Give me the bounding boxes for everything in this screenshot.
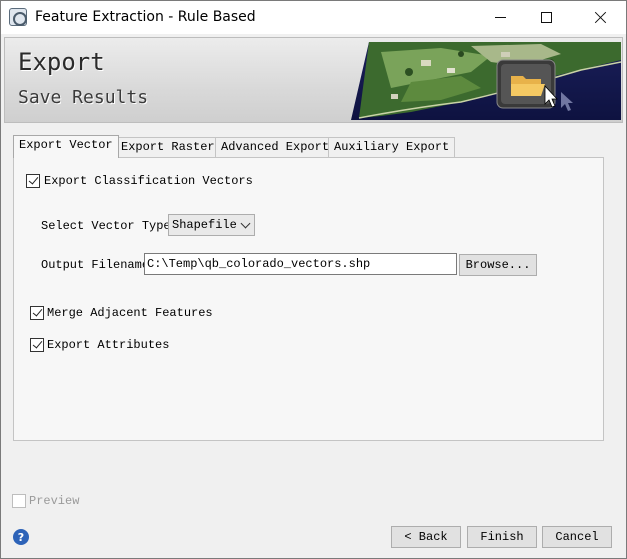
export-attributes-checkbox[interactable] bbox=[30, 338, 44, 352]
vector-type-value: Shapefile bbox=[172, 218, 237, 232]
export-classification-vectors-label: Export Classification Vectors bbox=[44, 174, 253, 188]
chevron-down-icon bbox=[240, 218, 251, 229]
merge-adjacent-features-label: Merge Adjacent Features bbox=[47, 306, 213, 320]
app-icon bbox=[9, 8, 27, 26]
maximize-button[interactable] bbox=[523, 1, 569, 34]
close-button[interactable] bbox=[577, 1, 623, 34]
tab-export-raster[interactable]: Export Raster bbox=[115, 137, 221, 157]
output-filename-label: Output Filename bbox=[41, 258, 150, 272]
finish-button[interactable]: Finish bbox=[467, 526, 537, 548]
tab-auxiliary-export[interactable]: Auxiliary Export bbox=[328, 137, 456, 157]
preview-checkbox[interactable] bbox=[12, 494, 26, 508]
title-bar[interactable]: Feature Extraction - Rule Based bbox=[1, 1, 626, 34]
output-filename-input[interactable] bbox=[144, 253, 457, 275]
vector-type-label: Select Vector Type bbox=[41, 219, 171, 233]
tab-advanced-export[interactable]: Advanced Export bbox=[215, 137, 336, 157]
maximize-icon bbox=[540, 12, 552, 23]
minimize-button[interactable] bbox=[477, 1, 523, 34]
cancel-button[interactable]: Cancel bbox=[542, 526, 612, 548]
window-title: Feature Extraction - Rule Based bbox=[35, 9, 256, 25]
export-vector-panel bbox=[13, 157, 604, 441]
banner-satellite-image bbox=[351, 42, 621, 120]
preview-label: Preview bbox=[29, 494, 80, 508]
vector-type-select[interactable]: Shapefile bbox=[168, 214, 255, 236]
minimize-icon bbox=[494, 17, 506, 18]
tab-export-vector[interactable]: Export Vector bbox=[13, 135, 119, 158]
help-icon[interactable]: ? bbox=[13, 529, 29, 545]
merge-adjacent-features-checkbox[interactable] bbox=[30, 306, 44, 320]
header-banner: Export Save Results bbox=[4, 37, 623, 123]
export-classification-vectors-checkbox[interactable] bbox=[26, 174, 40, 188]
close-icon bbox=[594, 11, 607, 24]
feature-extraction-window: Feature Extraction - Rule Based Export S… bbox=[0, 0, 627, 559]
page-title: Export bbox=[18, 48, 105, 76]
page-subtitle: Save Results bbox=[18, 87, 149, 108]
browse-button[interactable]: Browse... bbox=[459, 254, 537, 276]
export-attributes-label: Export Attributes bbox=[47, 338, 170, 352]
back-button[interactable]: < Back bbox=[391, 526, 461, 548]
